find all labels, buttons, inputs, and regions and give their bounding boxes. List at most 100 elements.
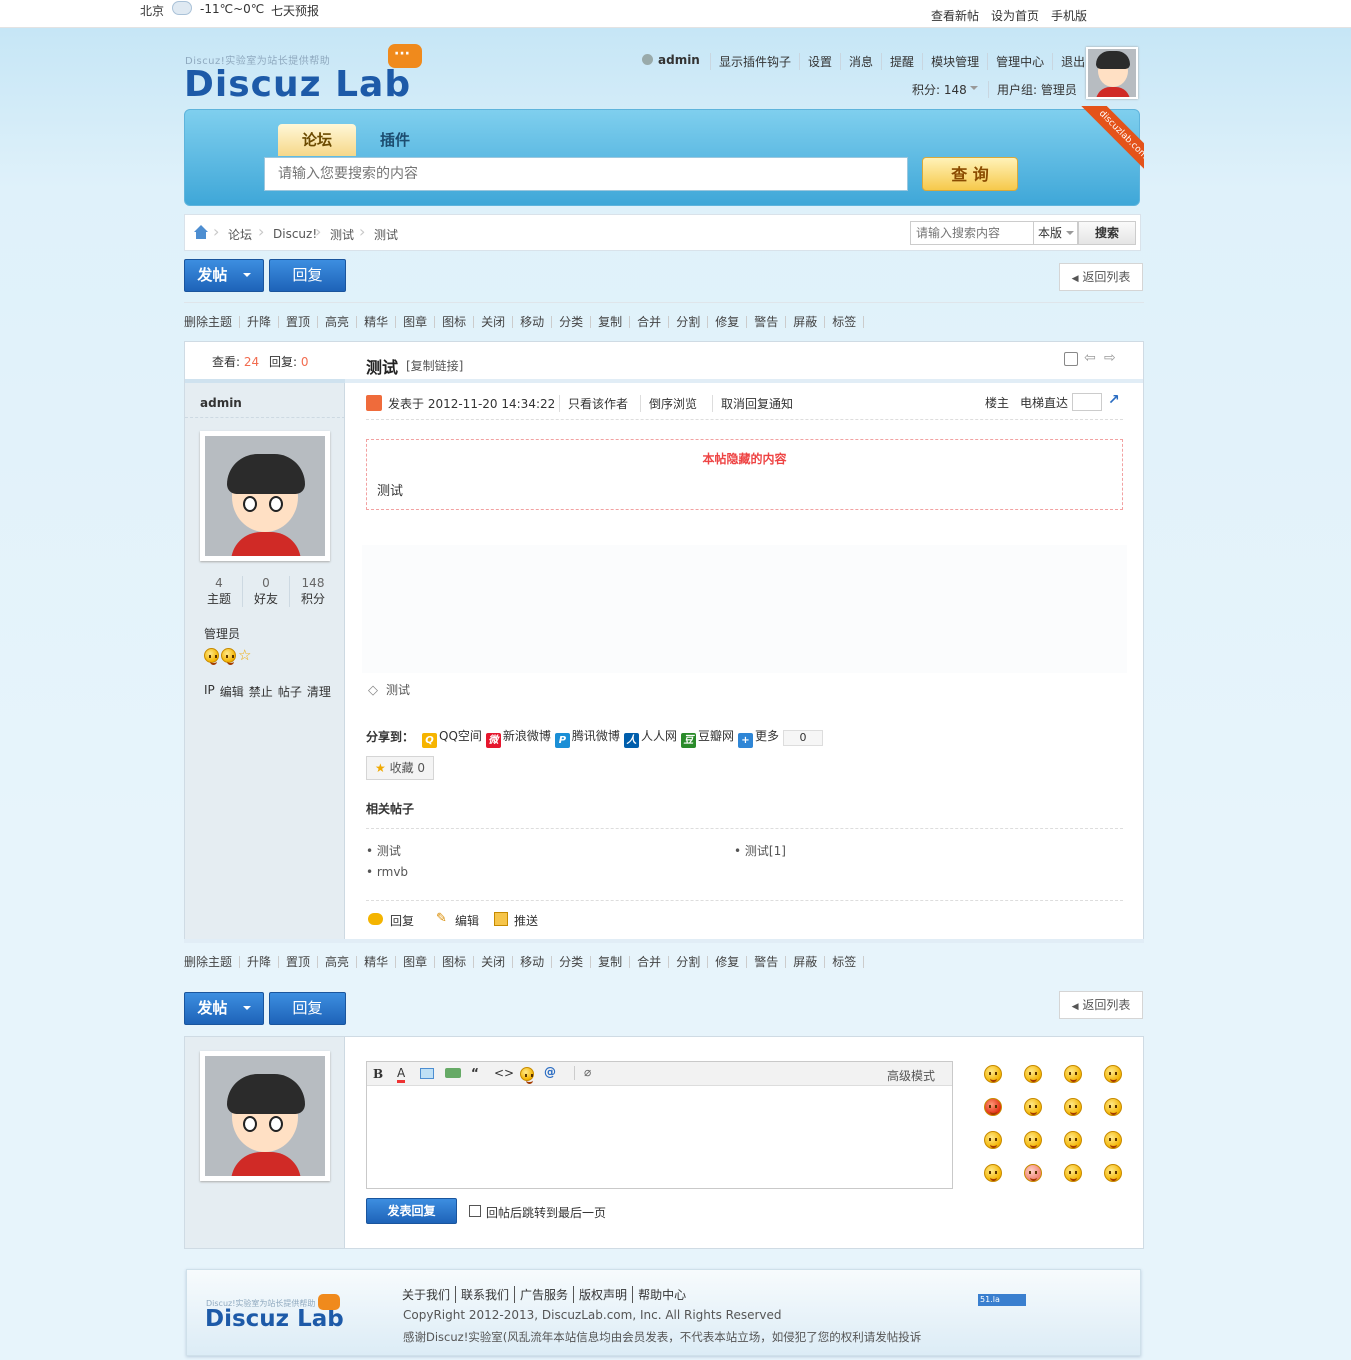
admin-ip[interactable]: IP [204, 683, 215, 700]
mod-icon[interactable]: 图标 [435, 316, 475, 328]
mod-bump[interactable]: 升降 [240, 316, 280, 328]
print-icon[interactable] [1064, 352, 1078, 366]
at-icon[interactable]: @ [544, 1065, 556, 1079]
search-scope-select[interactable]: 本版 [1034, 221, 1078, 245]
mod-stamp[interactable]: 图章 [396, 956, 436, 968]
author-group[interactable]: 管理员 [204, 625, 240, 642]
mod-close[interactable]: 关闭 [474, 956, 514, 968]
mod-warn[interactable]: 警告 [747, 316, 787, 328]
mod-repair[interactable]: 修复 [708, 316, 748, 328]
mod-copy[interactable]: 复制 [591, 956, 631, 968]
contact-link[interactable]: 联系我们 [455, 1286, 514, 1303]
plugin-hooks-link[interactable]: 显示插件钩子 [710, 53, 799, 70]
grin-icon[interactable] [1064, 1065, 1082, 1083]
thinking-icon[interactable] [1104, 1164, 1122, 1182]
mod-tag[interactable]: 标签 [825, 956, 865, 968]
reply-button[interactable]: 回复 [269, 992, 346, 1025]
only-author-link[interactable]: 只看该作者 [559, 395, 628, 412]
ads-link[interactable]: 广告服务 [514, 1286, 573, 1303]
post-push-link[interactable]: 推送 [514, 912, 538, 929]
stat-points[interactable]: 148 积分 [289, 576, 336, 607]
elevator-input[interactable] [1072, 393, 1102, 411]
mod-copy[interactable]: 复制 [591, 316, 631, 328]
new-post-button[interactable]: 发帖 [184, 992, 264, 1025]
notifications-link[interactable]: 提醒 [881, 53, 922, 70]
logo[interactable]: Discuz Lab [184, 64, 411, 105]
new-posts-link[interactable]: 查看新帖 [931, 7, 979, 24]
share-douban[interactable]: 豆豆瓣网 [680, 727, 734, 748]
reply-button[interactable]: 回复 [269, 259, 346, 292]
stats-badge[interactable]: 51.la [978, 1294, 1026, 1306]
share-sina-weibo[interactable]: 微新浪微博 [485, 727, 551, 748]
admin-ban[interactable]: 禁止 [249, 683, 273, 700]
about-link[interactable]: 关于我们 [402, 1286, 455, 1303]
sleepy-icon[interactable] [1064, 1164, 1082, 1182]
cancel-notify-link[interactable]: 取消回复通知 [712, 395, 793, 412]
home-icon[interactable] [193, 225, 209, 239]
mod-digest[interactable]: 精华 [357, 316, 397, 328]
mod-close[interactable]: 关闭 [474, 316, 514, 328]
post-tag-link[interactable]: 测试 [386, 681, 410, 698]
shy-icon[interactable] [1104, 1098, 1122, 1116]
mod-highlight[interactable]: 高亮 [318, 956, 358, 968]
mod-highlight[interactable]: 高亮 [318, 316, 358, 328]
mod-delete[interactable]: 删除主题 [184, 956, 241, 968]
new-post-button[interactable]: 发帖 [184, 259, 264, 292]
share-renren[interactable]: 人人人网 [623, 727, 677, 748]
weather-forecast-link[interactable]: 七天预报 [271, 2, 319, 19]
search-input[interactable] [264, 157, 908, 191]
cry-icon[interactable] [1104, 1065, 1122, 1083]
header-avatar[interactable] [1086, 47, 1138, 99]
mod-category[interactable]: 分类 [552, 956, 592, 968]
next-thread-icon[interactable]: ⇨ [1104, 350, 1116, 366]
mod-delete[interactable]: 删除主题 [184, 316, 241, 328]
admin-posts[interactable]: 帖子 [278, 683, 302, 700]
set-homepage-link[interactable]: 设为首页 [991, 7, 1039, 24]
smiley-icon[interactable] [520, 1067, 534, 1084]
tab-forum[interactable]: 论坛 [278, 124, 356, 156]
post-edit-link[interactable]: 编辑 [455, 912, 479, 929]
breadcrumb-board[interactable]: 测试 [330, 226, 354, 243]
mod-warn[interactable]: 警告 [747, 956, 787, 968]
tab-plugins[interactable]: 插件 [356, 124, 434, 156]
mod-move[interactable]: 移动 [513, 956, 553, 968]
author-avatar[interactable] [200, 431, 330, 561]
mod-repair[interactable]: 修复 [708, 956, 748, 968]
mod-ban[interactable]: 屏蔽 [786, 316, 826, 328]
related-item[interactable]: • 测试[1] [734, 842, 786, 859]
prev-thread-icon[interactable]: ⇦ [1084, 350, 1096, 366]
elevator-go-icon[interactable]: ↗ [1108, 392, 1120, 408]
help-link[interactable]: 帮助中心 [632, 1286, 691, 1303]
stat-threads[interactable]: 4 主题 [196, 576, 242, 607]
breadcrumb-forum[interactable]: 论坛 [228, 226, 252, 243]
breadcrumb-thread[interactable]: 测试 [374, 226, 398, 243]
copy-link[interactable]: [复制链接] [406, 357, 463, 374]
frown-icon[interactable] [1024, 1065, 1042, 1083]
attachment-icon[interactable]: ⌀ [584, 1065, 591, 1079]
search-button[interactable]: 查 询 [922, 157, 1018, 191]
settings-link[interactable]: 设置 [799, 53, 840, 70]
stat-friends[interactable]: 0 好友 [242, 576, 289, 607]
submit-reply-button[interactable]: 发表回复 [366, 1198, 457, 1224]
mod-stamp[interactable]: 图章 [396, 316, 436, 328]
confused-icon[interactable] [1024, 1098, 1042, 1116]
link-icon[interactable] [445, 1068, 461, 1078]
quick-search-input[interactable] [910, 221, 1034, 245]
mod-sticky[interactable]: 置顶 [279, 956, 319, 968]
back-to-list-button[interactable]: ◀ 返回列表 [1059, 991, 1143, 1019]
smiley-icon[interactable] [984, 1065, 1002, 1083]
advanced-mode-link[interactable]: 高级模式 [887, 1067, 935, 1084]
mod-merge[interactable]: 合并 [630, 956, 670, 968]
mod-sticky[interactable]: 置顶 [279, 316, 319, 328]
mad-icon[interactable] [1064, 1131, 1082, 1149]
shocked-icon[interactable] [1024, 1164, 1042, 1182]
mod-merge[interactable]: 合并 [630, 316, 670, 328]
mod-icon[interactable]: 图标 [435, 956, 475, 968]
reverse-order-link[interactable]: 倒序浏览 [640, 395, 697, 412]
share-qzone[interactable]: Q QQ空间 [422, 727, 482, 748]
favorite-button[interactable]: ★ 收藏 0 [366, 756, 434, 780]
admin-center-link[interactable]: 管理中心 [987, 53, 1052, 70]
breadcrumb-discuz[interactable]: Discuz! [273, 227, 317, 241]
wink-icon[interactable] [1024, 1131, 1042, 1149]
mod-ban[interactable]: 屏蔽 [786, 956, 826, 968]
